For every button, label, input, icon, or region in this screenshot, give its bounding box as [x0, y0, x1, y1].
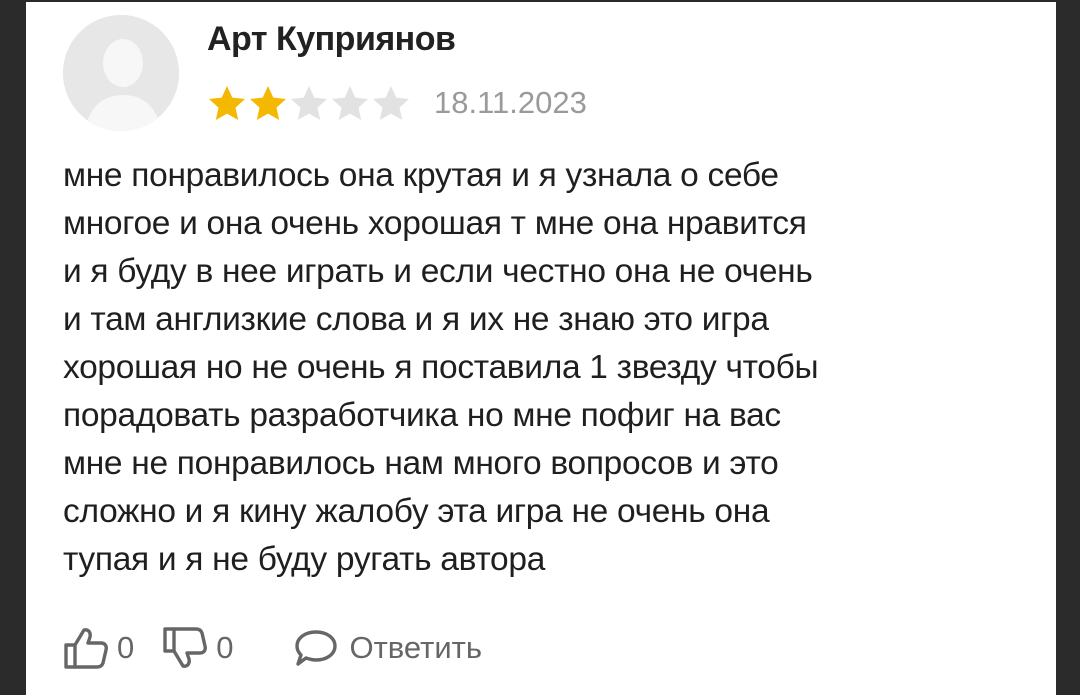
review-text-line: многое и она очень хорошая т мне она нра…: [63, 205, 807, 242]
dislike-button[interactable]: 0: [162, 626, 234, 670]
review-text: мне понравилось она крутая и я узнала о …: [63, 152, 1043, 584]
review-text-line: и там англизкие слова и я их не знаю это…: [63, 301, 769, 338]
author-name[interactable]: Арт Куприянов: [207, 20, 456, 59]
star-filled-icon: [248, 84, 288, 122]
star-filled-icon: [207, 84, 247, 122]
like-count: 0: [117, 630, 135, 665]
speech-bubble-icon: [294, 630, 337, 666]
star-empty-icon: [330, 84, 370, 122]
review-text-line: сложно и я кину жалобу эта игра не очень…: [63, 493, 770, 530]
rating-row: 18.11.2023: [207, 83, 587, 123]
review-date: 18.11.2023: [434, 85, 587, 120]
thumbs-down-icon: [163, 627, 208, 668]
review-text-line: хорошая но не очень я поставила 1 звезду…: [63, 349, 819, 386]
user-avatar[interactable]: [63, 15, 179, 131]
review-text-line: тупая и я не буду ругать автора: [63, 541, 546, 578]
like-button[interactable]: 0: [63, 626, 134, 670]
star-rating: [207, 84, 411, 122]
star-empty-icon: [289, 84, 329, 122]
user-silhouette-icon: [63, 15, 179, 131]
review-actions: 0 0 Ответить: [63, 622, 482, 674]
reply-button[interactable]: Ответить: [294, 628, 483, 668]
review-card: Арт Куприянов 18.11.2023 мне понравилось…: [26, 2, 1056, 695]
dislike-count: 0: [216, 630, 234, 665]
review-text-line: мне понравилось она крутая и я узнала о …: [63, 157, 779, 194]
review-text-line: мне не понравилось нам много вопросов и …: [63, 445, 779, 482]
thumbs-up-icon: [64, 628, 108, 669]
review-text-line: порадовать разработчика но мне пофиг на …: [63, 397, 781, 434]
star-empty-icon: [371, 84, 411, 122]
review-text-line: и я буду в нее играть и если честно она …: [63, 253, 813, 290]
reply-label: Ответить: [349, 630, 483, 665]
